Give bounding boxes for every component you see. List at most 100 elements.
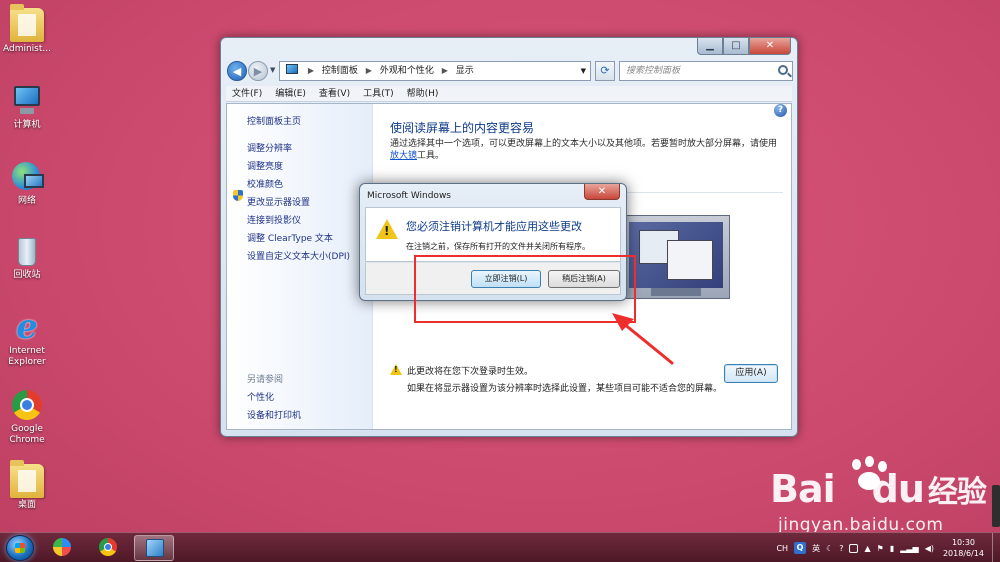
maximize-button[interactable]: □ xyxy=(723,38,749,55)
menu-help[interactable]: 帮助(H) xyxy=(407,86,439,101)
sidebar-item-devices-printers[interactable]: 设备和打印机 xyxy=(247,408,301,421)
page-description: 通过选择其中一个选项，可以更改屏幕上的文本大小以及其他项。若要暂时放大部分屏幕，… xyxy=(390,138,786,162)
menu-tools[interactable]: 工具(T) xyxy=(363,86,394,101)
desktop-icon-google-chrome[interactable]: Google Chrome xyxy=(2,388,52,446)
address-bar[interactable]: ▶ 控制面板 ▶ 外观和个性化 ▶ 显示 ▼ xyxy=(279,61,591,81)
desktop-icon-label: Administ... xyxy=(3,44,51,54)
folder-icon xyxy=(10,4,44,42)
input-method-icon[interactable]: Q xyxy=(794,542,807,554)
computer-icon xyxy=(10,84,44,118)
desktop-icon-computer[interactable]: 计算机 xyxy=(2,84,52,131)
search-placeholder: 搜索控制面板 xyxy=(626,66,681,76)
notice-text: 此更改将在您下次登录时生效。 xyxy=(407,367,534,377)
minimize-button[interactable]: ▁ xyxy=(697,38,723,55)
clock[interactable]: 10:30 2018/6/14 xyxy=(943,537,984,559)
recycle-bin-icon xyxy=(10,234,44,268)
chevron-down-icon[interactable]: ▼ xyxy=(581,62,586,80)
taskbar: CH Q 英 ☾ ? ▲ ⚑ ▮ ▂▃▅ ◀) 10:30 2018/6/14 xyxy=(0,532,1000,562)
breadcrumb-separator-icon: ▶ xyxy=(307,66,315,75)
folder-icon xyxy=(10,460,44,498)
description-text-end: 工具。 xyxy=(417,151,445,161)
window-controls: ▁ □ ✕ xyxy=(697,38,791,55)
dialog-subtext: 在注销之前，保存所有打开的文件并关闭所有程序。 xyxy=(406,242,590,251)
desktop-icon-desktop-folder[interactable]: 桌面 xyxy=(2,460,52,511)
breadcrumb-appearance[interactable]: 外观和个性化 xyxy=(380,66,434,76)
sidebar-item-calibrate-color[interactable]: 校准颜色 xyxy=(247,177,283,190)
signal-icon[interactable]: ▂▃▅ xyxy=(900,544,918,553)
keyboard-icon[interactable] xyxy=(849,543,859,553)
watermark-brand: Bai du 经验 xyxy=(770,467,987,511)
forward-button[interactable]: ▶ xyxy=(248,61,268,81)
breadcrumb-separator-icon: ▶ xyxy=(441,66,448,75)
menu-edit[interactable]: 编辑(E) xyxy=(275,86,306,101)
back-button[interactable]: ◀ xyxy=(227,61,247,81)
sidebar-control-panel-home[interactable]: 控制面板主页 xyxy=(247,114,301,127)
desktop-icon-label: 桌面 xyxy=(17,500,36,510)
help-icon[interactable]: ? xyxy=(774,104,787,117)
magnifier-link[interactable]: 放大镜 xyxy=(390,151,417,161)
sidebar-item-custom-dpi[interactable]: 设置自定义文本大小(DPI) xyxy=(247,249,350,262)
menu-view[interactable]: 查看(V) xyxy=(319,86,350,101)
control-panel-icon xyxy=(146,539,164,557)
internet-explorer-icon: e xyxy=(16,307,38,347)
breadcrumb-display[interactable]: 显示 xyxy=(456,66,474,76)
desktop-icon-label: 回收站 xyxy=(13,270,41,280)
menu-bar: 文件(F) 编辑(E) 查看(V) 工具(T) 帮助(H) xyxy=(226,86,792,102)
page-title: 使阅读屏幕上的内容更容易 xyxy=(390,121,535,135)
system-tray: CH Q 英 ☾ ? ▲ ⚑ ▮ ▂▃▅ ◀) 10:30 2018/6/14 xyxy=(773,533,1000,562)
desktop-icon-administrator[interactable]: Administ... xyxy=(2,4,52,55)
breadcrumb-control-panel[interactable]: 控制面板 xyxy=(322,66,358,76)
clock-date: 2018/6/14 xyxy=(942,549,984,558)
taskbar-pinned-app[interactable] xyxy=(42,535,82,561)
ime-mode[interactable]: 英 xyxy=(812,543,820,554)
dialog-close-button[interactable]: ✕ xyxy=(584,184,620,200)
desktop-icon-internet-explorer[interactable]: e Internet Explorer xyxy=(2,310,52,368)
sidebar: 控制面板主页 调整分辨率 调整亮度 校准颜色 更改显示器设置 连接到投影仪 调整… xyxy=(227,104,373,429)
breadcrumb-separator-icon: ▶ xyxy=(365,66,372,75)
help-tray-icon[interactable]: ? xyxy=(839,544,843,553)
network-tray-icon[interactable]: ▮ xyxy=(890,544,894,553)
show-desktop-button[interactable] xyxy=(992,533,1000,562)
description-text: 通过选择其中一个选项，可以更改屏幕上的文本大小以及其他项。若要暂时放大部分屏幕，… xyxy=(390,139,778,149)
sidebar-item-adjust-resolution[interactable]: 调整分辨率 xyxy=(247,141,292,154)
refresh-icon: ⟳ xyxy=(600,64,610,77)
warning-icon xyxy=(376,219,398,239)
desktop-icon-label: 网络 xyxy=(17,196,36,206)
desktop-icon-label: Google Chrome xyxy=(9,424,45,445)
chevron-up-icon[interactable]: ▲ xyxy=(864,544,870,553)
close-button[interactable]: ✕ xyxy=(749,38,791,55)
flag-icon[interactable]: ⚑ xyxy=(877,544,884,553)
edge-gadget xyxy=(992,485,1000,527)
watermark-logo: Bai du 经验 jingyan.baidu.com xyxy=(770,455,990,535)
display-preview-image xyxy=(620,215,730,299)
menu-file[interactable]: 文件(F) xyxy=(232,86,262,101)
search-input[interactable]: 搜索控制面板 xyxy=(619,61,793,81)
start-button[interactable] xyxy=(6,535,34,561)
desktop-icon-label: 计算机 xyxy=(13,120,41,130)
apply-button[interactable]: 应用(A) xyxy=(724,364,778,383)
desktop-icon-recycle-bin[interactable]: 回收站 xyxy=(2,234,52,281)
desktop-icon-label: Internet Explorer xyxy=(8,346,46,367)
desktop-icon-network[interactable]: 网络 xyxy=(2,160,52,207)
moon-icon[interactable]: ☾ xyxy=(826,544,833,553)
sidebar-item-adjust-cleartype[interactable]: 调整 ClearType 文本 xyxy=(247,231,333,244)
arrow-left-icon: ◀ xyxy=(232,65,242,78)
control-panel-icon xyxy=(286,64,298,74)
dialog-title: Microsoft Windows xyxy=(367,191,451,201)
sidebar-item-connect-projector[interactable]: 连接到投影仪 xyxy=(247,213,301,226)
language-indicator[interactable]: CH xyxy=(776,544,788,553)
sidebar-item-personalization[interactable]: 个性化 xyxy=(247,390,274,403)
annotation-arrow-icon xyxy=(612,313,674,365)
search-icon xyxy=(778,65,788,75)
sidebar-see-also-heading: 另请参阅 xyxy=(247,375,284,385)
taskbar-chrome[interactable] xyxy=(88,535,128,561)
recent-pages-dropdown[interactable]: ▼ xyxy=(270,66,275,74)
sidebar-item-change-display-settings[interactable]: 更改显示器设置 xyxy=(247,195,310,208)
sidebar-item-adjust-brightness[interactable]: 调整亮度 xyxy=(247,159,283,172)
volume-icon[interactable]: ◀) xyxy=(925,544,934,553)
taskbar-control-panel[interactable] xyxy=(134,535,174,561)
clock-time: 10:30 xyxy=(951,538,976,547)
chrome-icon xyxy=(99,538,117,556)
arrow-right-icon: ▶ xyxy=(253,65,263,78)
refresh-button[interactable]: ⟳ xyxy=(595,61,615,81)
